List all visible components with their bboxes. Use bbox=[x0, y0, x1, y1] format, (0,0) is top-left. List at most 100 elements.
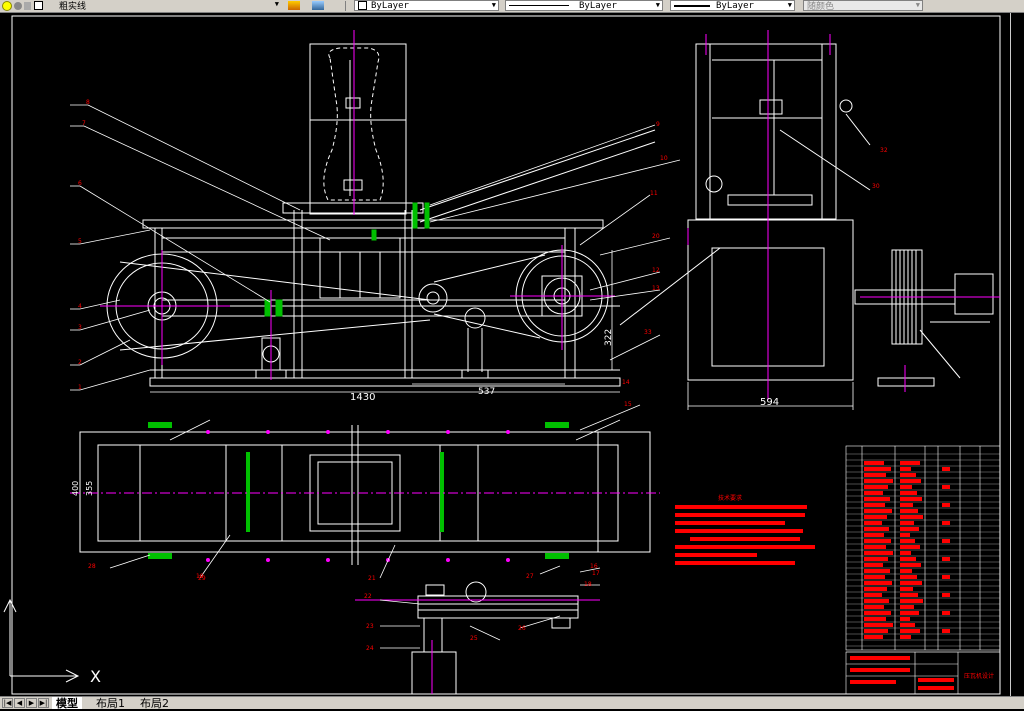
parts-row-name bbox=[864, 557, 888, 561]
parts-row-name bbox=[864, 623, 893, 627]
chevron-down-icon[interactable]: ▼ bbox=[492, 1, 496, 9]
tech-notes-title: 技术要求 bbox=[718, 494, 742, 502]
linetype-combo[interactable]: ByLayer ▼ bbox=[505, 0, 663, 11]
balloon-left-4: 4 bbox=[78, 303, 82, 310]
balloon-left-6: 6 bbox=[78, 180, 82, 187]
chevron-down-icon: ▼ bbox=[915, 1, 920, 9]
tab-model-label: 模型 bbox=[56, 697, 78, 710]
chevron-down-icon[interactable]: ▼ bbox=[788, 1, 792, 9]
dim-height-right: 322 bbox=[604, 329, 614, 346]
parts-row-name bbox=[864, 461, 884, 465]
linetype-preview-icon bbox=[509, 5, 569, 6]
make-current-layer-icon[interactable] bbox=[288, 0, 300, 11]
parts-row-material bbox=[900, 467, 911, 471]
layout-tab-bar: |◀ ◀ ▶ ▶| 模型 布局1 布局2 bbox=[0, 696, 1024, 710]
parts-row-qty bbox=[942, 557, 950, 561]
title-block-name: 压瓦机设计 bbox=[964, 672, 994, 680]
parts-row-name bbox=[864, 479, 893, 483]
parts-row-qty bbox=[942, 539, 950, 543]
tab-layout1[interactable]: 布局1 bbox=[92, 697, 129, 710]
layer-color-swatch-icon[interactable] bbox=[34, 1, 43, 10]
lineweight-combo[interactable]: ByLayer ▼ bbox=[670, 0, 795, 11]
next-tab-icon[interactable]: ▶ bbox=[26, 698, 37, 708]
tab-layout1-label: 布局1 bbox=[96, 697, 125, 710]
parts-row-name bbox=[864, 509, 892, 513]
balloon-right-20: 20 bbox=[652, 233, 660, 240]
first-tab-icon[interactable]: |◀ bbox=[2, 698, 13, 708]
drawing-canvas[interactable]: 技术要求 压瓦机设计 1430 537 322 594 400 355 8765… bbox=[0, 13, 1024, 696]
dim-plan-outer: 400 bbox=[71, 481, 80, 496]
balloon-side-32: 32 bbox=[880, 147, 888, 154]
balloon-plan-27: 27 bbox=[526, 573, 534, 580]
color-combo-value: ByLayer bbox=[371, 0, 409, 11]
tab-model[interactable]: 模型 bbox=[52, 697, 82, 710]
layer-combo[interactable]: 粗实线 ▼ bbox=[56, 0, 281, 12]
parts-row-name bbox=[864, 617, 886, 621]
parts-row-material bbox=[900, 509, 918, 513]
chevron-down-icon[interactable]: ▼ bbox=[656, 1, 660, 9]
plotstyle-combo: 随颜色 ▼ bbox=[803, 0, 923, 12]
parts-row-name bbox=[864, 551, 893, 555]
layer-previous-icon[interactable] bbox=[312, 0, 324, 11]
parts-row-name bbox=[864, 599, 889, 603]
parts-row-name bbox=[864, 569, 890, 573]
balloon-right-9: 9 bbox=[656, 121, 660, 128]
parts-row-material bbox=[900, 587, 913, 591]
color-combo[interactable]: ByLayer ▼ bbox=[354, 0, 499, 11]
prev-tab-icon[interactable]: ◀ bbox=[14, 698, 25, 708]
parts-row-material bbox=[900, 623, 915, 627]
balloon-plan-24: 24 bbox=[366, 645, 374, 652]
parts-row-qty bbox=[942, 611, 950, 615]
last-tab-icon[interactable]: ▶| bbox=[38, 698, 49, 708]
lock-icon[interactable] bbox=[24, 1, 31, 10]
toolbar-separator bbox=[345, 1, 346, 11]
dim-plan-inner: 355 bbox=[85, 481, 94, 496]
parts-row-material bbox=[900, 569, 912, 573]
parts-row-material bbox=[900, 635, 911, 639]
balloon-plan-18: 18 bbox=[584, 581, 592, 588]
parts-row-qty bbox=[942, 521, 950, 525]
parts-row-material bbox=[900, 521, 914, 525]
balloon-left-5: 5 bbox=[78, 238, 82, 245]
parts-row-material bbox=[900, 527, 919, 531]
sun-icon[interactable] bbox=[14, 1, 22, 10]
parts-row-name bbox=[864, 545, 886, 549]
layer-state-icons[interactable] bbox=[2, 0, 43, 11]
balloon-plan-16: 16 bbox=[590, 563, 598, 570]
lightbulb-icon[interactable] bbox=[2, 0, 12, 11]
balloon-right-33: 33 bbox=[644, 329, 652, 336]
dim-length-partial: 537 bbox=[478, 387, 495, 397]
balloon-plan-22: 22 bbox=[364, 593, 372, 600]
balloon-right-10: 10 bbox=[660, 155, 668, 162]
balloon-right-11: 11 bbox=[650, 190, 658, 197]
ucs-x-label: X bbox=[90, 667, 101, 686]
parts-row-name bbox=[864, 629, 888, 633]
tab-layout2[interactable]: 布局2 bbox=[136, 697, 173, 710]
parts-row-name bbox=[864, 503, 885, 507]
balloon-left-1: 1 bbox=[78, 384, 82, 391]
balloon-plan-28: 28 bbox=[88, 563, 96, 570]
parts-row-material bbox=[900, 557, 916, 561]
parts-row-name bbox=[864, 593, 882, 597]
vertical-scrollbar[interactable] bbox=[1010, 13, 1024, 696]
parts-row-name bbox=[864, 563, 883, 567]
parts-row-material bbox=[900, 551, 911, 555]
parts-row-name bbox=[864, 473, 886, 477]
parts-row-material bbox=[900, 491, 917, 495]
parts-row-material bbox=[900, 485, 912, 489]
balloon-left-2: 2 bbox=[78, 359, 82, 366]
balloon-plan-26: 26 bbox=[518, 625, 526, 632]
parts-row-name bbox=[864, 605, 884, 609]
parts-row-name bbox=[864, 575, 885, 579]
parts-row-material bbox=[900, 575, 917, 579]
balloon-left-3: 3 bbox=[78, 324, 82, 331]
linetype-combo-value: ByLayer bbox=[579, 0, 617, 11]
chevron-down-icon[interactable]: ▼ bbox=[275, 0, 279, 8]
parts-row-material bbox=[900, 605, 914, 609]
balloon-left-7: 7 bbox=[82, 120, 86, 127]
parts-row-name bbox=[864, 467, 891, 471]
parts-row-name bbox=[864, 611, 891, 615]
parts-row-qty bbox=[942, 485, 950, 489]
lineweight-combo-value: ByLayer bbox=[716, 0, 754, 11]
parts-row-name bbox=[864, 521, 882, 525]
